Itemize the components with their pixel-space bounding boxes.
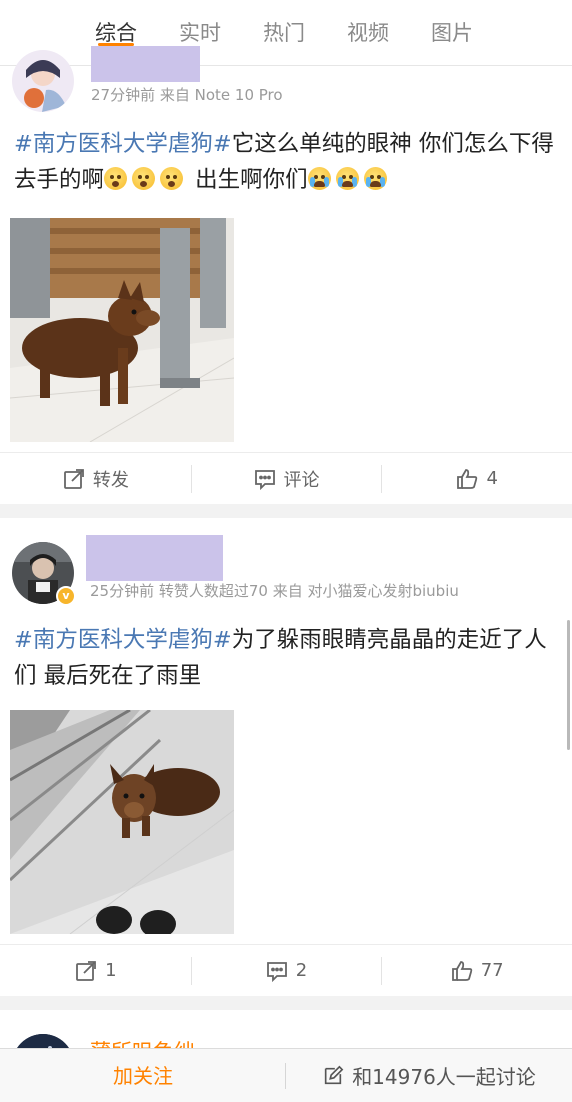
post-photo[interactable] xyxy=(10,710,234,934)
repost-button[interactable]: 转发 xyxy=(0,453,191,504)
edit-icon xyxy=(325,1065,344,1084)
surprised-emoji-icon xyxy=(132,167,156,190)
post-text: #南方医科大学虐狗#它这么单纯的眼神 你们怎么下得去手的啊 出生啊你们 xyxy=(14,126,562,198)
redacted-username xyxy=(86,535,223,581)
repost-icon xyxy=(76,960,97,981)
tab-pictures[interactable]: 图片 xyxy=(410,0,494,66)
like-count: 77 xyxy=(480,960,504,981)
search-tabs: 综合 实时 热门 视频 图片 xyxy=(0,0,572,66)
repost-count: 1 xyxy=(105,960,117,981)
like-button[interactable]: 4 xyxy=(381,453,572,504)
post-card: 27分钟前 来自 Note 10 Pro #南方医科大学虐狗#它这么单纯的眼神 … xyxy=(0,46,572,504)
surprised-emoji-icon xyxy=(160,167,184,190)
follow-button[interactable]: 加关注 xyxy=(0,1049,286,1102)
discuss-button[interactable]: 和14976人一起讨论 xyxy=(286,1049,572,1102)
post-body-tail: 出生啊你们 xyxy=(188,167,308,193)
comment-icon xyxy=(266,961,287,982)
thumbs-up-icon xyxy=(451,960,472,981)
comment-button[interactable]: 评论 xyxy=(190,453,382,504)
post-actions: 转发 评论 4 xyxy=(0,452,572,504)
scrollbar[interactable] xyxy=(567,620,570,750)
post-meta: 25分钟前 转赞人数超过70 来自 对小猫爱心发射biubiu xyxy=(90,582,459,600)
repost-button[interactable]: 1 xyxy=(0,945,191,996)
like-count: 4 xyxy=(486,468,498,489)
thumbs-up-icon xyxy=(457,468,478,489)
post-card: v 25分钟前 转赞人数超过70 来自 对小猫爱心发射biubiu #南方医科大… xyxy=(0,518,572,996)
post-photo[interactable] xyxy=(10,218,234,442)
post-actions: 1 2 77 xyxy=(0,944,572,996)
repost-icon xyxy=(63,468,84,489)
avatar[interactable] xyxy=(12,50,74,112)
comment-label: 评论 xyxy=(283,469,320,491)
hashtag-link[interactable]: #南方医科大学虐狗# xyxy=(14,131,232,157)
bottom-bar: 加关注 和14976人一起讨论 xyxy=(0,1048,572,1102)
verified-badge-text: v xyxy=(62,589,70,602)
comment-button[interactable]: 2 xyxy=(190,945,382,996)
post-meta: 27分钟前 来自 Note 10 Pro xyxy=(91,86,283,104)
repost-label: 转发 xyxy=(92,469,129,491)
post-text: #南方医科大学虐狗#为了躲雨眼睛亮晶晶的走近了人们 最后死在了雨里 xyxy=(14,622,562,694)
tab-video[interactable]: 视频 xyxy=(326,0,410,66)
crying-emoji-icon xyxy=(335,167,359,190)
like-button[interactable]: 77 xyxy=(381,945,572,996)
comment-count: 2 xyxy=(295,960,308,981)
crying-emoji-icon xyxy=(363,167,387,190)
hashtag-link[interactable]: #南方医科大学虐狗# xyxy=(14,627,232,653)
tab-hot[interactable]: 热门 xyxy=(242,0,326,66)
crying-emoji-icon xyxy=(307,167,331,190)
discuss-label: 和14976人一起讨论 xyxy=(352,1065,536,1089)
verified-badge-icon: v xyxy=(56,586,76,606)
surprised-emoji-icon xyxy=(104,167,128,190)
redacted-username xyxy=(91,46,200,82)
comment-icon xyxy=(254,469,275,490)
